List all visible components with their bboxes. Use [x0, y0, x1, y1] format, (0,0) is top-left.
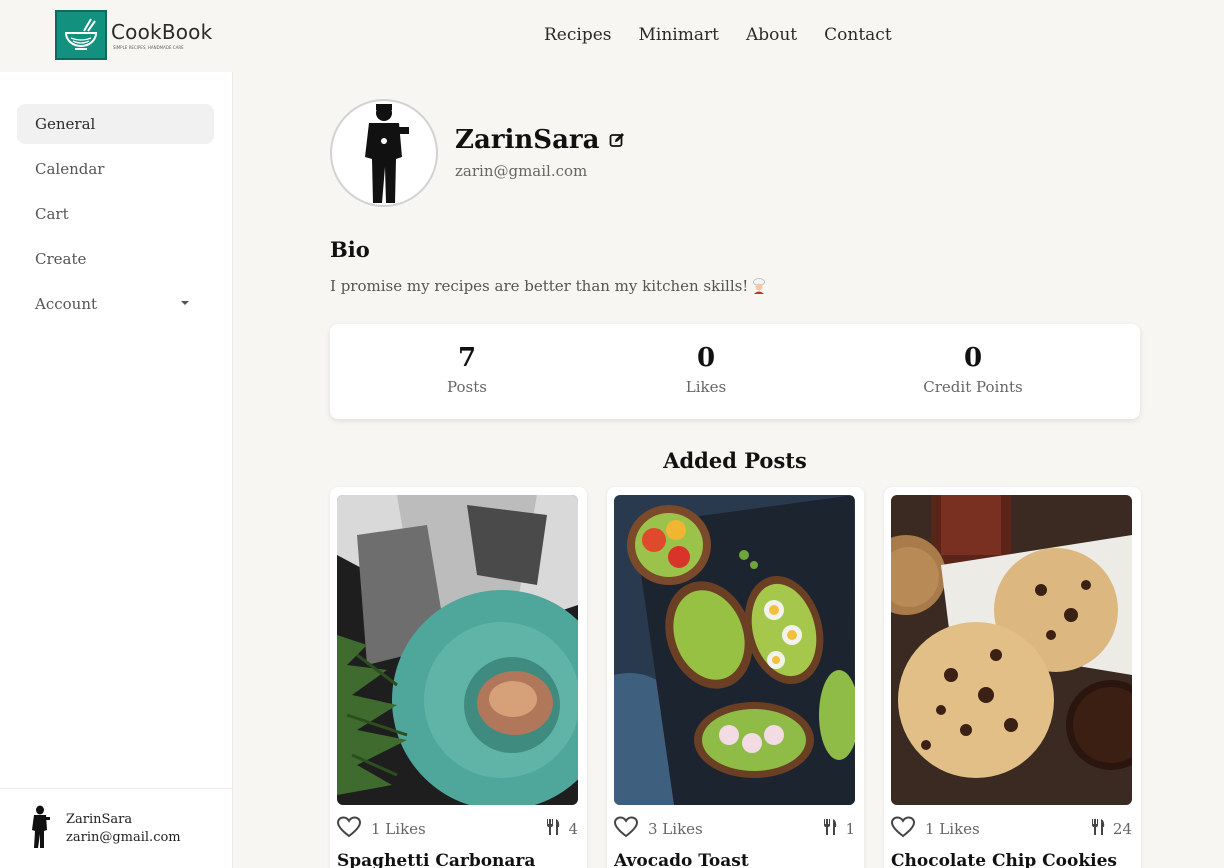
logo-name: CookBook — [111, 20, 213, 44]
nav-minimart[interactable]: Minimart — [639, 25, 719, 45]
sidebar-item-general[interactable]: General — [17, 104, 214, 144]
stat-label: Credit Points — [923, 378, 1023, 396]
nav-contact[interactable]: Contact — [824, 25, 892, 45]
nav-recipes[interactable]: Recipes — [544, 25, 612, 45]
sidebar-item-label: Account — [35, 295, 98, 313]
stat-posts: 7 Posts — [367, 342, 567, 396]
main-nav: Recipes Minimart About Contact — [544, 25, 919, 45]
fork-knife-icon — [546, 819, 560, 839]
fork-knife-icon — [823, 819, 837, 839]
heart-icon[interactable] — [336, 816, 362, 842]
nav-about[interactable]: About — [746, 25, 797, 45]
stat-value: 0 — [963, 343, 983, 373]
post-likes: 1 Likes — [925, 820, 980, 838]
sidebar-item-label: General — [35, 115, 96, 133]
servings-count: 1 — [845, 820, 855, 838]
post-servings: 24 — [1091, 819, 1132, 839]
post-likes: 3 Likes — [648, 820, 703, 838]
stat-likes: 0 Likes — [606, 342, 806, 396]
post-title[interactable]: Spaghetti Carbonara — [337, 851, 535, 868]
chef-emoji-icon — [752, 278, 766, 294]
stat-value: 0 — [696, 343, 716, 373]
added-posts-heading: Added Posts — [663, 448, 807, 473]
avatar — [28, 804, 52, 854]
sidebar-user-email: zarin@gmail.com — [66, 829, 181, 845]
cookies-photo[interactable] — [891, 495, 1132, 805]
sidebar-user-name: ZarinSara — [66, 811, 133, 827]
profile-email: zarin@gmail.com — [455, 162, 588, 180]
post-title[interactable]: Chocolate Chip Cookies — [891, 851, 1117, 868]
logo[interactable]: CookBook SIMPLE RECIPES, HANDMADE CARE — [55, 10, 212, 60]
top-navbar: CookBook SIMPLE RECIPES, HANDMADE CARE R… — [0, 0, 1224, 72]
pasta-plate-photo[interactable] — [337, 495, 578, 805]
post-meta: 1 Likes 4 — [336, 816, 578, 842]
stats-card: 7 Posts 0 Likes 0 Credit Points — [330, 324, 1140, 419]
post-likes: 1 Likes — [371, 820, 426, 838]
sidebar: General Calendar Cart Create Account Zar… — [0, 72, 233, 868]
sidebar-item-label: Create — [35, 250, 87, 268]
bio-heading: Bio — [330, 237, 370, 262]
heart-icon[interactable] — [890, 816, 916, 842]
sidebar-user-card[interactable]: ZarinSara zarin@gmail.com — [0, 788, 232, 868]
post-title[interactable]: Avocado Toast — [614, 851, 749, 868]
stat-value: 7 — [457, 343, 477, 373]
sidebar-item-cart[interactable]: Cart — [17, 194, 214, 234]
post-card[interactable]: 1 Likes 4 Spaghetti Carbonara — [330, 487, 587, 868]
heart-icon[interactable] — [613, 816, 639, 842]
servings-count: 4 — [568, 820, 578, 838]
profile-avatar[interactable] — [330, 99, 438, 207]
profile-name: ZarinSara — [455, 125, 625, 155]
stat-label: Likes — [685, 378, 727, 396]
stat-label: Posts — [447, 378, 487, 396]
stat-credit-points: 0 Credit Points — [873, 342, 1073, 396]
post-servings: 4 — [546, 819, 578, 839]
bowl-noodles-icon — [55, 10, 107, 60]
fork-knife-icon — [1091, 819, 1105, 839]
servings-count: 24 — [1112, 820, 1132, 838]
bio-text-content: I promise my recipes are better than my … — [330, 277, 749, 295]
sidebar-item-account[interactable]: Account — [17, 284, 214, 324]
avocado-toast-photo[interactable] — [614, 495, 855, 805]
profile-name-text: ZarinSara — [455, 125, 600, 155]
edit-icon[interactable] — [609, 132, 625, 148]
caret-down-icon[interactable] — [181, 301, 189, 305]
post-meta: 3 Likes 1 — [613, 816, 855, 842]
post-servings: 1 — [823, 819, 855, 839]
bio-text: I promise my recipes are better than my … — [330, 277, 766, 295]
sidebar-item-calendar[interactable]: Calendar — [17, 149, 214, 189]
post-meta: 1 Likes 24 — [890, 816, 1132, 842]
sidebar-item-label: Cart — [35, 205, 69, 223]
sidebar-item-create[interactable]: Create — [17, 239, 214, 279]
sidebar-item-label: Calendar — [35, 160, 105, 178]
post-card[interactable]: 1 Likes 24 Chocolate Chip Cookies — [884, 487, 1141, 868]
logo-tagline: SIMPLE RECIPES, HANDMADE CARE — [113, 45, 184, 50]
post-card[interactable]: 3 Likes 1 Avocado Toast — [607, 487, 864, 868]
